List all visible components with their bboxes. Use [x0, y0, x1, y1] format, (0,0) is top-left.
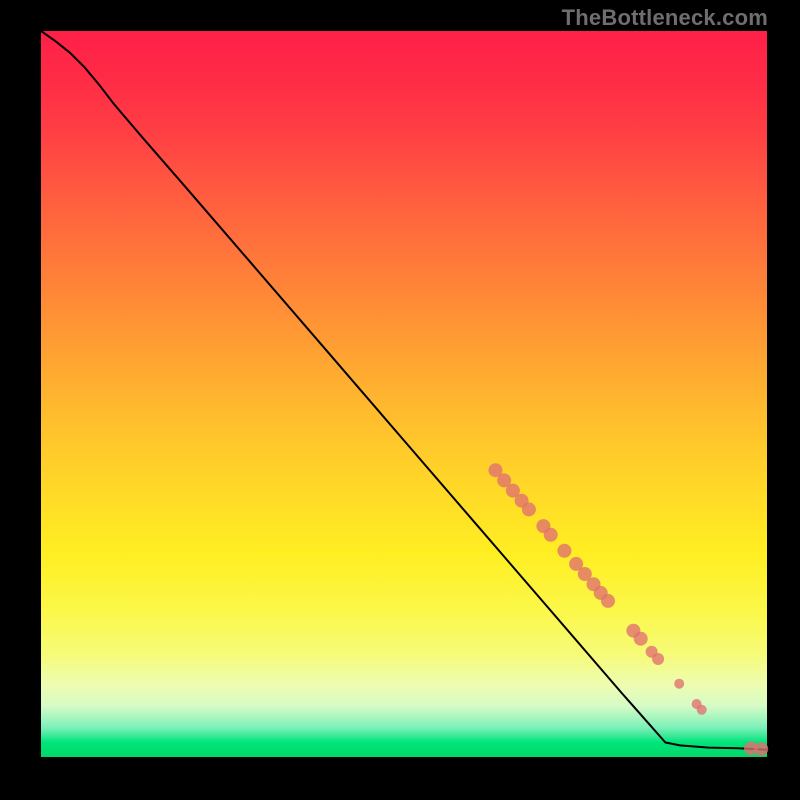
- chart-overlay: [41, 31, 767, 757]
- data-point: [557, 544, 571, 558]
- data-point: [652, 653, 664, 665]
- data-point: [634, 632, 648, 646]
- chart-stage: TheBottleneck.com: [0, 0, 800, 800]
- data-point: [522, 502, 536, 516]
- bottleneck-curve: [41, 31, 767, 750]
- data-point: [674, 679, 684, 689]
- watermark-label: TheBottleneck.com: [562, 5, 768, 31]
- data-point: [754, 742, 768, 756]
- data-point: [601, 594, 615, 608]
- data-points: [489, 463, 769, 756]
- data-point: [544, 528, 558, 542]
- data-point: [697, 705, 707, 715]
